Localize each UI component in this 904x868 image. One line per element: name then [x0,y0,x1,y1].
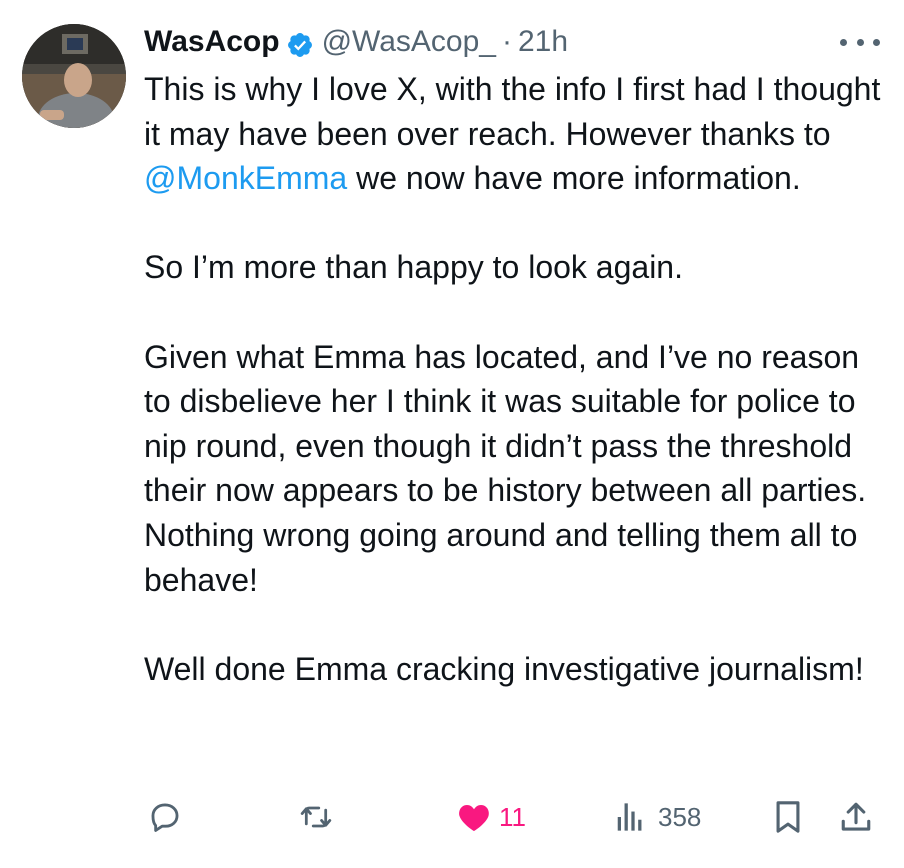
heart-icon [459,804,489,832]
tweet-paragraph: So I’m more than happy to look again. [144,249,683,286]
tweet: WasAcop @WasAcop_ · 21h This is why I lo… [0,0,904,868]
views-button[interactable]: 358 [616,795,701,839]
reply-icon [151,803,179,832]
more-options-icon[interactable] [840,30,880,54]
repost-button[interactable] [298,795,334,839]
like-button[interactable]: 11 [457,795,526,839]
like-count: 11 [499,801,526,832]
bookmark-icon [776,801,800,833]
bookmark-button[interactable] [773,795,803,839]
share-icon [841,802,871,831]
tweet-text-segment: we now have more information. [347,160,801,197]
handle[interactable]: @WasAcop_ [322,20,496,64]
repost-icon [300,806,332,828]
tweet-paragraph: Given what Emma has located, and I’ve no… [144,338,867,598]
tweet-text-segment: This is why I love X, with the info I fi… [144,71,881,152]
verified-badge-icon [286,28,314,57]
views-icon [617,803,642,831]
tweet-header: WasAcop @WasAcop_ · 21h [144,20,568,64]
more-dot [873,38,880,46]
share-button[interactable] [840,795,872,839]
tweet-text: This is why I love X, with the info I fi… [144,67,884,691]
display-name[interactable]: WasAcop [144,20,280,64]
more-dot [856,38,864,46]
views-count: 358 [658,801,702,832]
reply-button[interactable] [148,795,182,839]
tweet-paragraph: This is why I love X, with the info I fi… [144,67,884,201]
more-dot [840,38,847,46]
action-bar: 11 358 [0,795,904,839]
avatar[interactable] [22,24,126,128]
mention-link[interactable]: @MonkEmma [144,160,347,196]
tweet-paragraph: Well done Emma cracking investigative jo… [144,650,864,687]
separator-dot: · [501,25,512,58]
avatar-photo [22,24,126,128]
timestamp[interactable]: 21h [518,20,568,64]
